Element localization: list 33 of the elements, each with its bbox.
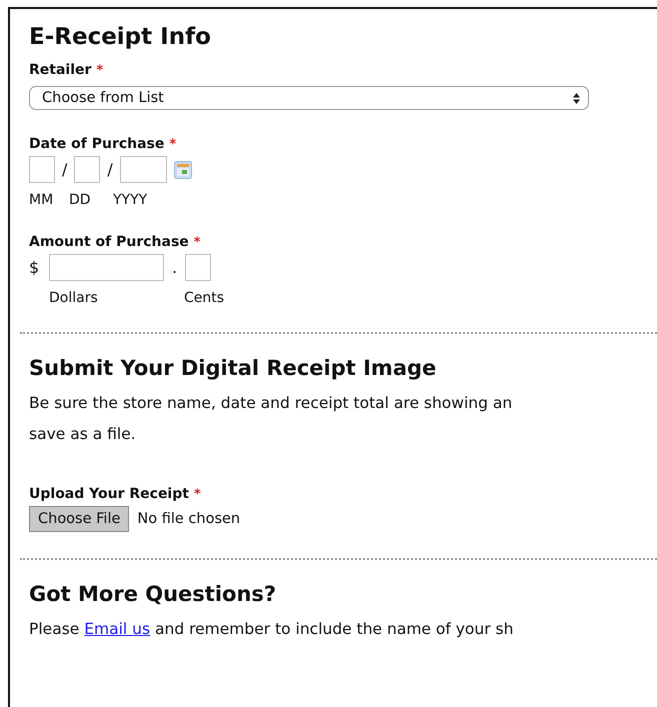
- section-heading: Got More Questions?: [29, 582, 278, 606]
- field-label: Upload Your Receipt: [29, 486, 189, 502]
- amount-caption: Dollars: [49, 290, 99, 306]
- date-part-caption: MM: [29, 192, 54, 208]
- field-label: Retailer: [29, 62, 92, 78]
- date-separator: /: [106, 160, 114, 179]
- updown-arrows-icon: [573, 92, 580, 104]
- required-mark: *: [194, 235, 201, 250]
- email-link[interactable]: Email us: [84, 620, 150, 638]
- required-mark: *: [194, 487, 201, 502]
- date-part-caption: DD: [69, 192, 92, 208]
- instructions-text: Be sure the store name, date and receipt total are showing an save as a file.: [29, 393, 514, 445]
- year-field[interactable]: [120, 156, 167, 183]
- section-heading: E-Receipt Info: [29, 24, 212, 50]
- date-part-caption: YYYY: [113, 192, 148, 208]
- day-field[interactable]: [74, 156, 100, 183]
- field-label: Date of Purchase: [29, 136, 164, 152]
- calendar-icon[interactable]: [174, 160, 192, 178]
- choose-file-button[interactable]: Choose File: [29, 506, 130, 532]
- field-label: Amount of Purchase: [29, 234, 189, 250]
- cents-field[interactable]: [185, 254, 212, 281]
- currency-symbol: $: [29, 258, 40, 277]
- amount-caption: Cents: [184, 290, 224, 306]
- decimal-point: .: [171, 258, 178, 277]
- retailer-dropdown[interactable]: Choose from List: [29, 86, 589, 110]
- month-field[interactable]: [29, 156, 55, 183]
- required-mark: *: [96, 63, 104, 78]
- dollars-field[interactable]: [49, 254, 164, 281]
- contact-text: Please Email us and remember to include the name of your sh: [29, 619, 514, 640]
- date-separator: /: [61, 160, 68, 179]
- section-heading: Submit Your Digital Receipt Image: [29, 356, 438, 380]
- required-mark: *: [169, 137, 176, 152]
- file-status: No file chosen: [137, 511, 240, 527]
